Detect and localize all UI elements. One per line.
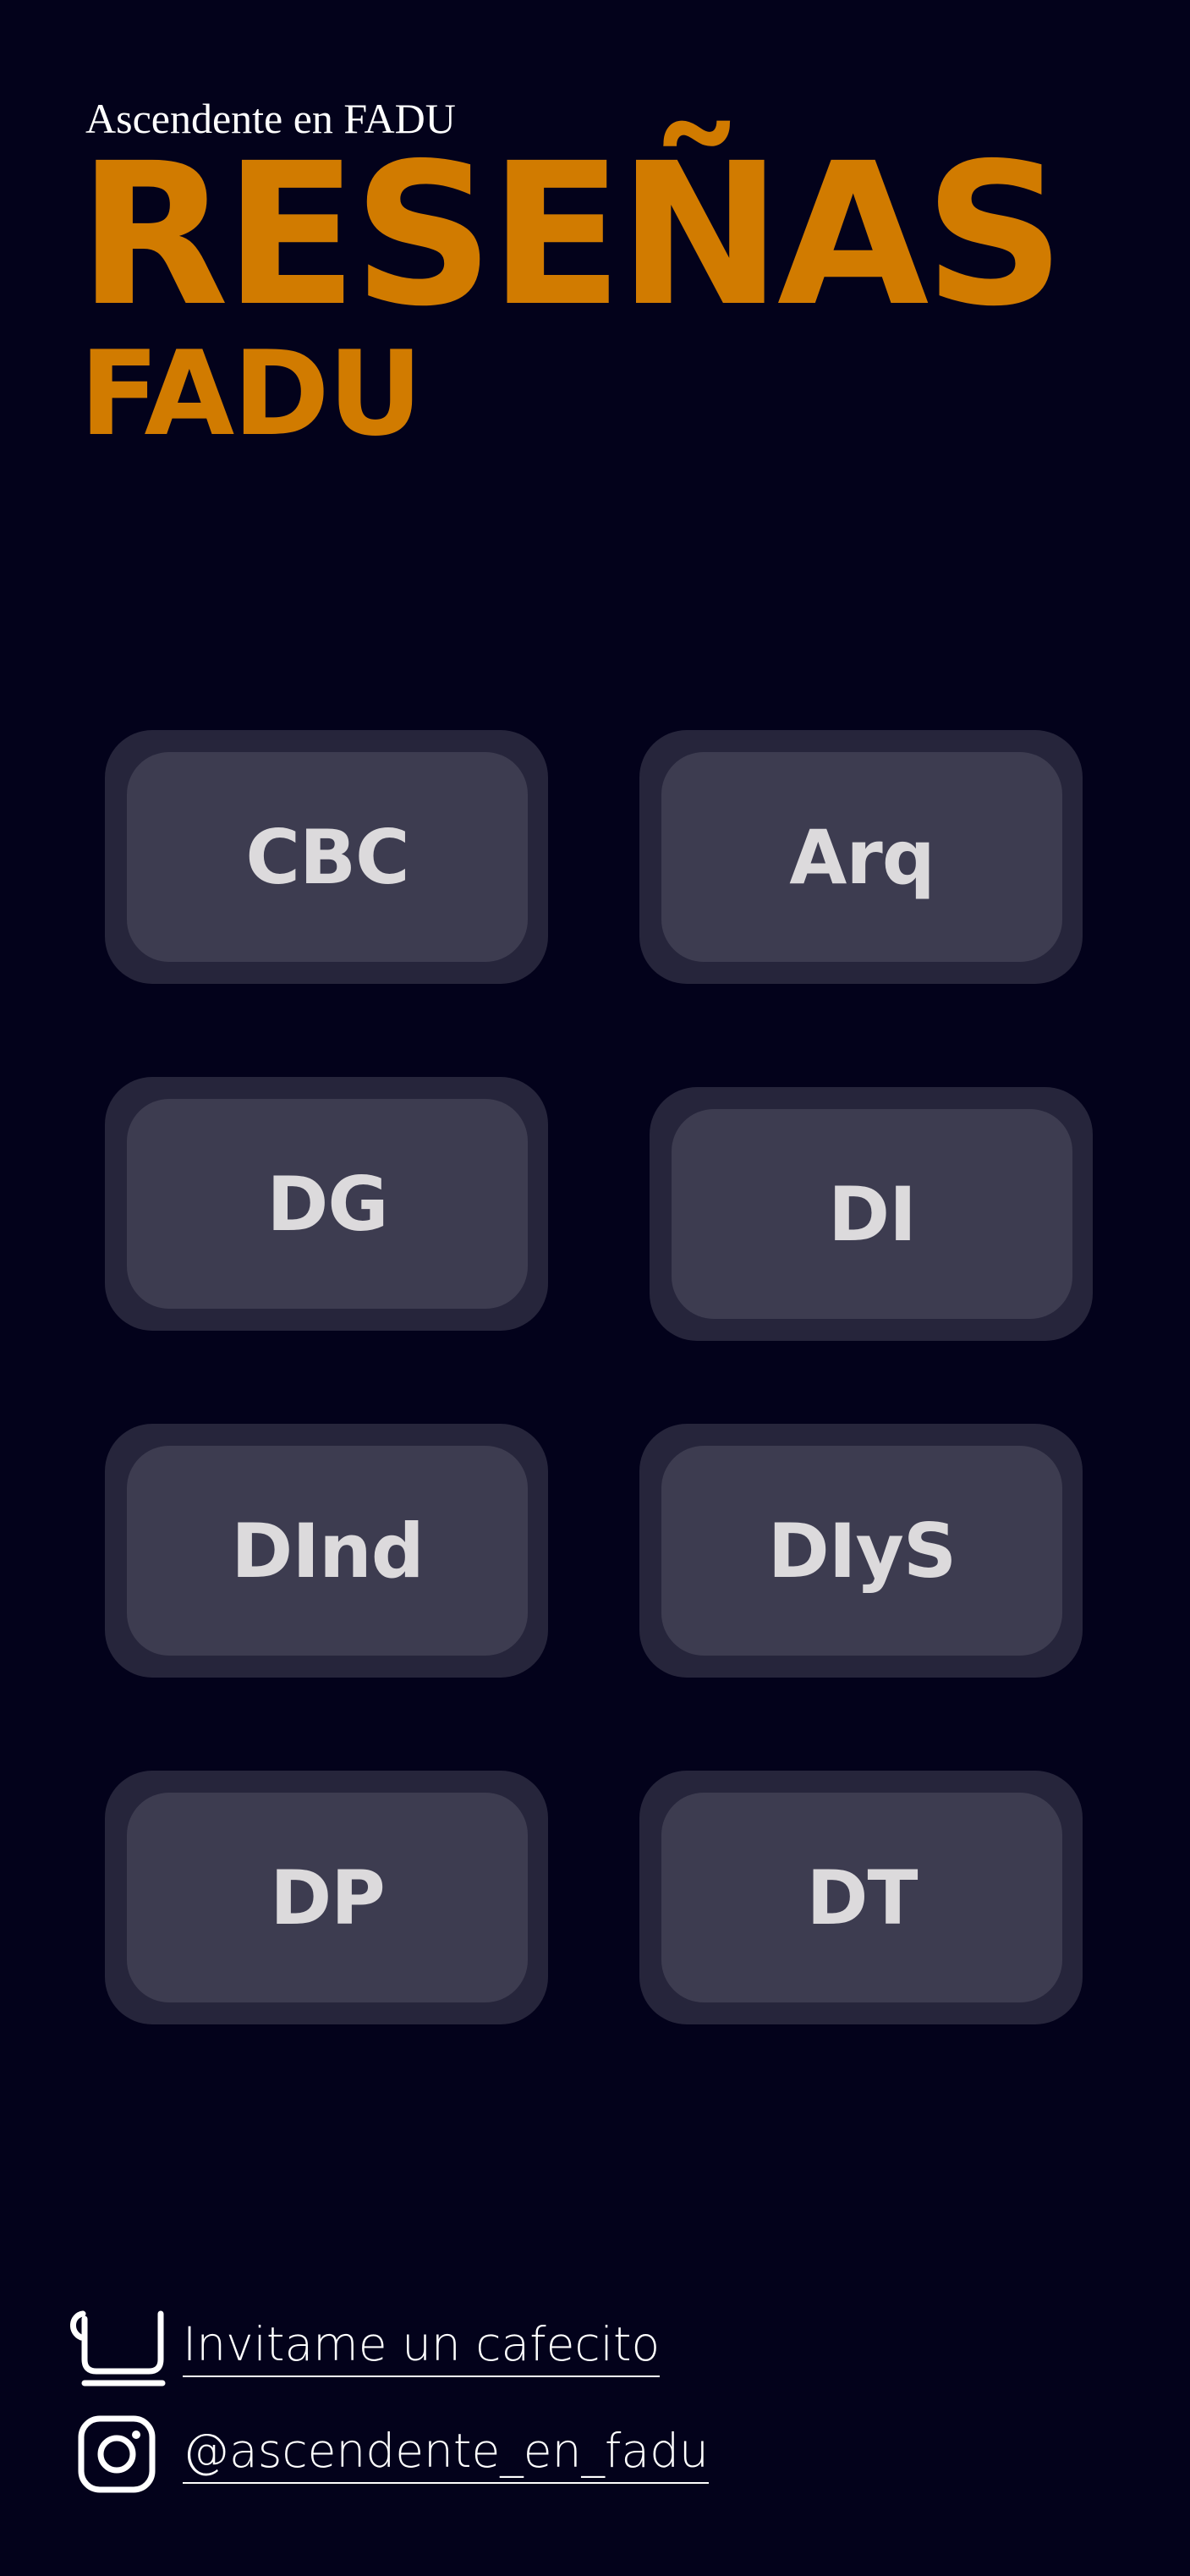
page-title: RESEÑAS <box>78 121 1065 349</box>
career-button-arq[interactable]: Arq <box>639 730 1083 984</box>
career-button-diys[interactable]: DIyS <box>639 1424 1083 1678</box>
career-button-dt[interactable]: DT <box>639 1771 1083 2024</box>
career-label: DInd <box>231 1507 424 1595</box>
career-button-dind[interactable]: DInd <box>105 1424 548 1678</box>
button-face[interactable]: DI <box>672 1109 1072 1319</box>
button-face[interactable]: DIyS <box>661 1446 1062 1656</box>
button-face[interactable]: DG <box>127 1099 528 1309</box>
career-button-cbc[interactable]: CBC <box>105 730 548 984</box>
career-button-dg[interactable]: DG <box>105 1077 548 1331</box>
footer-coffee[interactable]: Invitame un cafecito <box>66 2301 661 2394</box>
coffee-link[interactable]: Invitame un cafecito <box>183 2318 661 2377</box>
career-label: DI <box>828 1170 917 1258</box>
button-face[interactable]: Arq <box>661 752 1062 962</box>
career-label: DP <box>270 1854 386 1942</box>
career-label: CBC <box>245 813 409 901</box>
career-label: Arq <box>789 813 935 901</box>
career-button-dp[interactable]: DP <box>105 1771 548 2024</box>
career-button-di[interactable]: DI <box>650 1087 1093 1341</box>
coffee-cup-icon <box>66 2301 167 2394</box>
button-face[interactable]: DInd <box>127 1446 528 1656</box>
button-face[interactable]: DP <box>127 1793 528 2002</box>
instagram-link[interactable]: @ascendente_en_fadu <box>183 2425 709 2484</box>
career-label: DG <box>266 1160 388 1248</box>
career-label: DT <box>806 1854 918 1942</box>
instagram-icon <box>66 2408 167 2501</box>
page-subtitle: FADU <box>80 326 423 462</box>
button-face[interactable]: CBC <box>127 752 528 962</box>
career-label: DIyS <box>767 1507 957 1595</box>
button-face[interactable]: DT <box>661 1793 1062 2002</box>
footer-instagram[interactable]: @ascendente_en_fadu <box>66 2408 709 2501</box>
